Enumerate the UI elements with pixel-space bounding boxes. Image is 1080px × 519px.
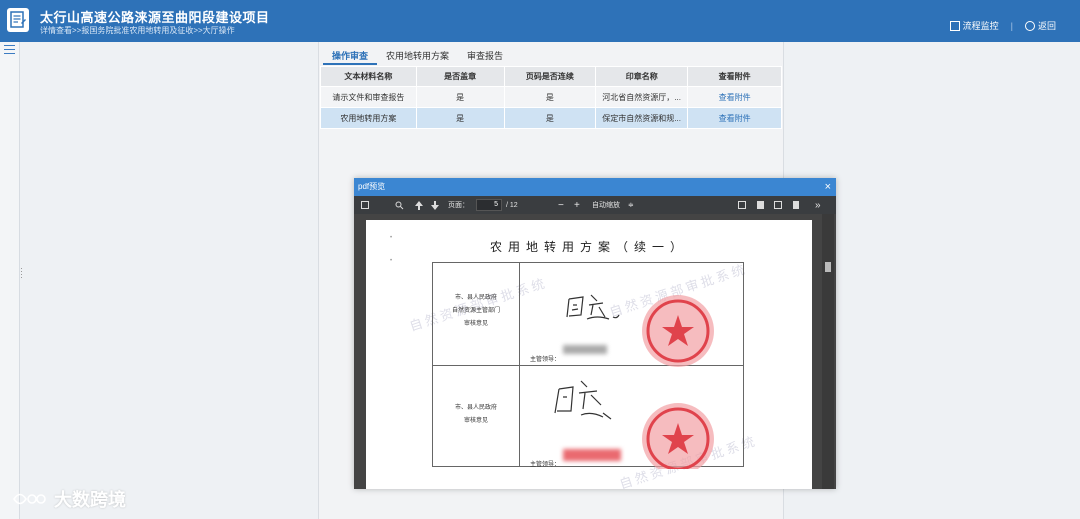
handwritten-signature	[554, 380, 612, 420]
menu-icon[interactable]	[4, 45, 15, 55]
column-header: 查看附件	[687, 66, 782, 87]
document-title: 农用地转用方案（续一）	[489, 240, 688, 254]
pdf-preview-dialog: pdf预览 × 页面： 5 / 12 − + 自动缩放 ≑ » 农用地转用方案（…	[354, 178, 836, 489]
document-app-icon	[7, 8, 29, 32]
brand-text: 大数跨境	[54, 490, 126, 510]
stamped-cell: 是	[415, 86, 505, 108]
form-label: 市、县人民政府 自然资源主管部门 审核意见	[451, 294, 500, 327]
column-header: 文本材料名称	[320, 66, 417, 87]
page-number-input[interactable]: 5	[476, 199, 502, 211]
back-icon	[1024, 20, 1035, 31]
zoom-out-button[interactable]: −	[558, 200, 564, 211]
supervisor-label: 主管领导：	[530, 461, 561, 468]
close-icon[interactable]: ×	[825, 178, 831, 196]
table-row[interactable]: 农用地转用方案 是 是 保定市自然资源和规... 查看附件	[320, 107, 782, 129]
dialog-title: pdf预览	[358, 182, 386, 191]
left-rail	[0, 42, 20, 519]
page-label: 页面：	[448, 202, 469, 209]
back-button[interactable]: 返回	[1024, 19, 1056, 32]
bookmark-icon[interactable]	[791, 200, 801, 210]
page-mark: •	[390, 235, 393, 241]
flow-monitor-button[interactable]: 流程监控	[949, 19, 999, 32]
stamped-cell: 是	[415, 107, 505, 129]
supervisor-label: 主管领导：	[530, 356, 561, 363]
red-seal-text	[563, 449, 621, 461]
material-name-cell: 农用地转用方案	[320, 107, 417, 129]
open-file-icon[interactable]	[737, 200, 747, 210]
divider: |	[1010, 20, 1013, 31]
next-page-icon[interactable]	[430, 200, 440, 210]
form-label: 市、县人民政府 审核意见	[454, 404, 497, 424]
view-attachment-link[interactable]: 查看附件	[687, 86, 782, 108]
pdf-page: 农用地转用方案（续一） • • 自然资源部审批系统 自然资源部审批系统 自然资源…	[366, 220, 812, 489]
sidebar-toggle-icon[interactable]	[360, 200, 370, 210]
pdf-scrollbar[interactable]	[822, 214, 834, 489]
dialog-header: pdf预览 ×	[354, 178, 836, 196]
tab-operation-review[interactable]: 操作审查	[323, 47, 378, 65]
resize-handle[interactable]	[20, 268, 24, 280]
view-attachment-link[interactable]: 查看附件	[687, 107, 782, 129]
table-row[interactable]: 请示文件和审查报告 是 是 河北省自然资源厅，... 查看附件	[320, 86, 782, 108]
zoom-in-button[interactable]: +	[574, 200, 580, 211]
zoom-select[interactable]: 自动缩放	[592, 200, 620, 210]
monitor-icon	[949, 20, 960, 31]
pdf-viewer[interactable]: 农用地转用方案（续一） • • 自然资源部审批系统 自然资源部审批系统 自然资源…	[354, 214, 836, 489]
zoom-caret-icon: ≑	[628, 202, 634, 209]
column-header: 印章名称	[595, 66, 689, 87]
page-total: / 12	[506, 201, 518, 209]
table-header-row: 文本材料名称 是否盖章 页码是否连续 印章名称 查看附件	[320, 66, 782, 87]
official-red-seal	[642, 295, 714, 367]
tab-land-conversion-plan[interactable]: 农用地转用方案	[377, 47, 458, 65]
breadcrumb[interactable]: 详情查看>>报国务院批准农用地转用及征收>>大厅操作	[40, 25, 235, 36]
column-header: 是否盖章	[415, 66, 505, 87]
flow-monitor-label: 流程监控	[962, 21, 999, 31]
tab-bar: 操作审查 农用地转用方案 审查报告	[323, 47, 512, 65]
more-tools-icon[interactable]: »	[815, 200, 821, 211]
pages-continuous-cell: 是	[503, 107, 597, 129]
seal-name-cell: 河北省自然资源厅，...	[595, 86, 689, 108]
back-label: 返回	[1037, 21, 1056, 31]
materials-table: 文本材料名称 是否盖章 页码是否连续 印章名称 查看附件 请示文件和审查报告 是…	[320, 66, 782, 129]
page-title: 太行山高速公路涞源至曲阳段建设项目	[40, 10, 270, 25]
pdf-toolbar: 页面： 5 / 12 − + 自动缩放 ≑ »	[354, 196, 836, 214]
pages-continuous-cell: 是	[503, 86, 597, 108]
page-mark: •	[390, 258, 393, 264]
search-icon[interactable]	[394, 200, 404, 210]
header-actions: 流程监控 | 返回	[949, 19, 1056, 32]
column-header: 页码是否连续	[503, 66, 597, 87]
download-icon[interactable]	[773, 200, 783, 210]
handwritten-signature	[566, 294, 620, 320]
app-header: 太行山高速公路涞源至曲阳段建设项目 详情查看>>报国务院批准农用地转用及征收>>…	[0, 0, 1080, 42]
approval-form-table: 市、县人民政府 自然资源主管部门 审核意见 市、县人民政府 审核意见 主管领导：	[432, 262, 744, 469]
official-red-seal	[642, 403, 714, 469]
tab-review-report[interactable]: 审查报告	[458, 47, 512, 65]
brand-watermark: 大数跨境	[12, 486, 126, 512]
material-name-cell: 请示文件和审查报告	[320, 86, 417, 108]
brand-logo-icon	[13, 493, 46, 505]
previous-page-icon[interactable]	[414, 200, 424, 210]
print-icon[interactable]	[755, 200, 765, 210]
redacted-name	[563, 345, 607, 354]
seal-name-cell: 保定市自然资源和规...	[595, 107, 689, 129]
